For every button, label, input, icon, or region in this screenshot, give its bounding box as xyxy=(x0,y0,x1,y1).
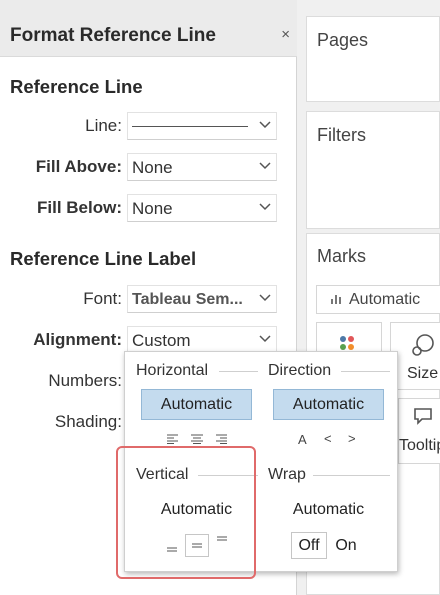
chevron-down-icon xyxy=(259,294,271,302)
line-style-preview xyxy=(132,126,248,127)
tooltip-label: Tooltip xyxy=(399,437,440,454)
color-icon xyxy=(340,336,354,350)
shading-label: Shading: xyxy=(54,412,122,431)
wrap-on-toggle[interactable]: On xyxy=(330,533,362,560)
align-left-icon[interactable] xyxy=(167,434,179,444)
alignment-dropdown[interactable]: Custom xyxy=(127,326,277,354)
wrap-label: Wrap xyxy=(268,466,306,483)
color-button[interactable] xyxy=(316,322,382,352)
mark-type-value: Automatic xyxy=(349,291,421,308)
horizontal-automatic-button[interactable]: Automatic xyxy=(141,389,252,420)
direction-automatic-button[interactable]: Automatic xyxy=(273,389,384,420)
font-dropdown[interactable]: Tableau Sem... xyxy=(127,285,277,313)
pages-shelf[interactable]: Pages xyxy=(306,16,440,102)
direction-label: Direction xyxy=(268,362,332,379)
reference-line-label-heading: Reference Line Label xyxy=(10,248,197,269)
filters-shelf[interactable]: Filters xyxy=(306,111,440,229)
chevron-down-icon xyxy=(259,335,271,343)
align-right-icon[interactable] xyxy=(215,434,227,444)
fill-above-label: Fill Above: xyxy=(35,157,122,176)
font-value: Tableau Sem... xyxy=(132,291,243,308)
bar-chart-icon xyxy=(331,295,341,304)
annotation-highlight-box xyxy=(116,446,256,579)
marks-title: Marks xyxy=(317,246,366,266)
fill-below-dropdown[interactable]: None xyxy=(127,194,277,222)
panel-title: Format Reference Line xyxy=(10,25,216,46)
fill-above-value: None xyxy=(132,158,173,177)
divider xyxy=(219,371,258,372)
numbers-label: Numbers: xyxy=(48,371,122,390)
close-icon[interactable]: × xyxy=(281,26,290,43)
direction-horizontal-icon[interactable]: A xyxy=(298,432,307,447)
tooltip-button[interactable]: Tooltip xyxy=(398,398,440,464)
filters-title: Filters xyxy=(317,125,366,145)
panel-header: Format Reference Line × xyxy=(0,0,297,57)
reference-line-heading: Reference Line xyxy=(10,76,143,97)
wrap-automatic-option[interactable]: Automatic xyxy=(273,501,384,519)
line-style-dropdown[interactable] xyxy=(127,112,277,140)
fill-below-label: Fill Below: xyxy=(37,198,122,217)
pages-title: Pages xyxy=(317,30,369,50)
alignment-label: Alignment: xyxy=(33,330,122,349)
direction-down-icon[interactable]: > xyxy=(348,431,356,446)
direction-up-icon[interactable]: < xyxy=(324,431,332,446)
line-label: Line: xyxy=(85,116,122,135)
chevron-down-icon xyxy=(259,162,271,170)
size-label: Size xyxy=(407,365,439,382)
chevron-down-icon xyxy=(259,203,271,211)
tooltip-icon xyxy=(414,408,432,425)
divider xyxy=(341,371,390,372)
font-label: Font: xyxy=(83,289,122,308)
wrap-off-toggle[interactable]: Off xyxy=(291,532,327,559)
horizontal-label: Horizontal xyxy=(136,362,209,379)
align-center-icon[interactable] xyxy=(191,434,203,444)
chevron-down-icon xyxy=(259,121,271,129)
fill-above-dropdown[interactable]: None xyxy=(127,153,277,181)
size-icon xyxy=(412,334,434,356)
mark-type-dropdown[interactable]: Automatic xyxy=(316,285,440,314)
alignment-value: Custom xyxy=(132,331,191,350)
divider xyxy=(313,475,390,476)
fill-below-value: None xyxy=(132,199,173,218)
